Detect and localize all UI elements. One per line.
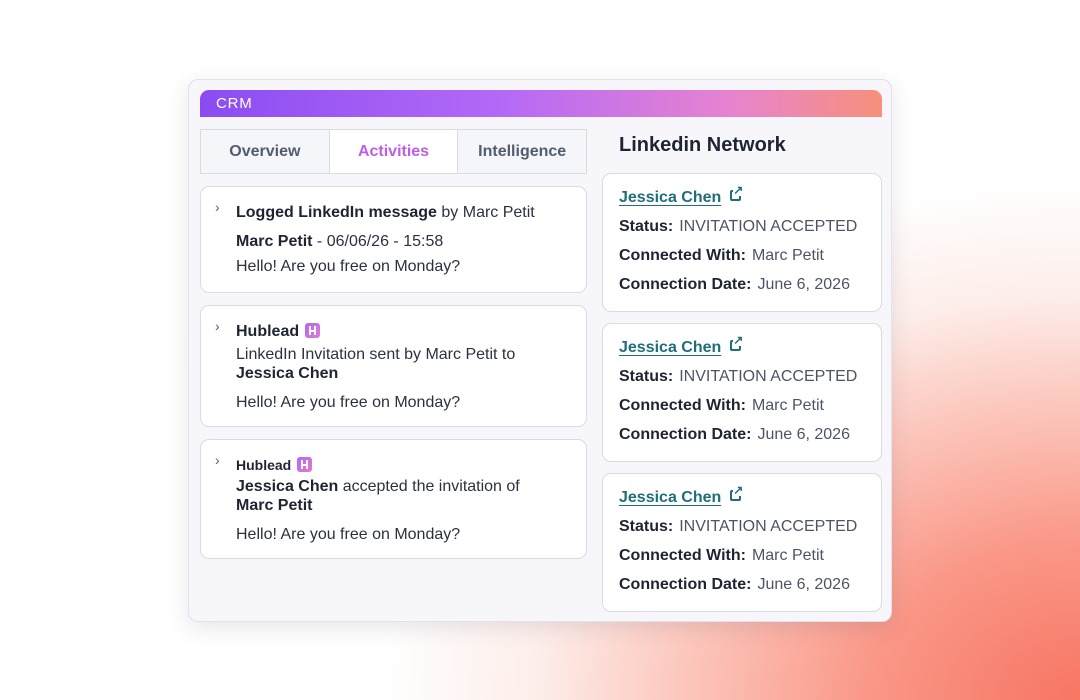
status-value: INVITATION ACCEPTED [679, 218, 858, 235]
connection-date-label: Connection Date: [619, 276, 752, 293]
activity-target: Marc Petit [236, 497, 313, 514]
activity-heading: Hublead [236, 323, 300, 340]
connection-card: Jessica Chen Status:INVITATION ACCEPTED … [602, 323, 882, 462]
activity-heading: Logged LinkedIn message [236, 204, 437, 221]
activity-card-invitation-accepted[interactable]: › Hublead Jessica Chen accepted the invi… [200, 439, 587, 559]
connection-date-value: June 6, 2026 [757, 276, 850, 293]
connected-with-value: Marc Petit [751, 547, 824, 564]
connected-with-label: Connected With: [619, 247, 746, 264]
connection-name-row: Jessica Chen [619, 184, 744, 207]
tab-bar: Overview Activities Intelligence [200, 129, 587, 174]
tab-overview[interactable]: Overview [201, 130, 330, 173]
connection-date-value: June 6, 2026 [757, 426, 850, 443]
activity-card-invitation-sent[interactable]: › Hublead LinkedIn Invitation sent by Ma… [200, 305, 587, 427]
chevron-right-icon[interactable]: › [215, 318, 220, 334]
activity-text-line: Jessica Chen accepted the invitation of [236, 477, 520, 496]
connection-name-link[interactable]: Jessica Chen [619, 339, 721, 356]
status-label: Status: [619, 368, 674, 385]
external-link-icon[interactable] [730, 184, 744, 201]
tab-activities[interactable]: Activities [329, 130, 459, 173]
connection-date-row: Connection Date: June 6, 2026 [619, 276, 850, 294]
status-label: Status: [619, 218, 674, 235]
activity-text: accepted the invitation of [342, 478, 520, 495]
activity-card-logged-message[interactable]: › Logged LinkedIn message by Marc Petit … [200, 186, 587, 293]
status-value: INVITATION ACCEPTED [679, 368, 858, 385]
activity-heading-line: Logged LinkedIn message by Marc Petit [236, 203, 535, 222]
activity-message: Hello! Are you free on Monday? [236, 258, 461, 275]
connected-with-row: Connected With: Marc Petit [619, 547, 824, 565]
connection-date-row: Connection Date: June 6, 2026 [619, 426, 850, 444]
connection-date-label: Connection Date: [619, 426, 752, 443]
connected-with-value: Marc Petit [751, 397, 824, 414]
hublead-logo-icon [297, 457, 313, 472]
status-label: Status: [619, 518, 674, 535]
activity-heading-line: Hublead [236, 456, 313, 475]
chevron-right-icon[interactable]: › [215, 199, 220, 215]
activity-heading-suffix: by Marc Petit [441, 204, 535, 221]
connected-with-value: Marc Petit [751, 247, 824, 264]
connected-with-row: Connected With: Marc Petit [619, 397, 824, 415]
activity-heading: Hublead [236, 457, 292, 473]
crm-title: CRM [216, 95, 253, 112]
activity-timestamp: - 06/06/26 - 15:58 [316, 233, 444, 250]
activity-message: Hello! Are you free on Monday? [236, 526, 461, 543]
hublead-logo-icon [305, 323, 321, 338]
connection-card: Jessica Chen Status:INVITATION ACCEPTED … [602, 173, 882, 312]
connection-status-row: Status: INVITATION ACCEPTED [619, 218, 857, 236]
connection-date-label: Connection Date: [619, 576, 752, 593]
activity-message: Hello! Are you free on Monday? [236, 394, 461, 411]
connection-date-row: Connection Date: June 6, 2026 [619, 576, 850, 594]
external-link-icon[interactable] [730, 334, 744, 351]
status-value: INVITATION ACCEPTED [679, 518, 858, 535]
crm-window: CRM Overview Activities Intelligence › L… [188, 79, 892, 622]
connected-with-row: Connected With: Marc Petit [619, 247, 824, 265]
external-link-icon[interactable] [730, 484, 744, 501]
connection-date-value: June 6, 2026 [757, 576, 850, 593]
connection-status-row: Status: INVITATION ACCEPTED [619, 518, 857, 536]
connection-name-row: Jessica Chen [619, 334, 744, 357]
activity-target: Jessica Chen [236, 365, 339, 382]
activity-actor: Jessica Chen [236, 478, 339, 495]
activity-heading-line: Hublead [236, 322, 321, 341]
connected-with-label: Connected With: [619, 397, 746, 414]
connected-with-label: Connected With: [619, 547, 746, 564]
connection-status-row: Status: INVITATION ACCEPTED [619, 368, 857, 386]
crm-header-bar: CRM [200, 90, 882, 117]
linkedin-network-title: Linkedin Network [619, 134, 786, 156]
connection-card: Jessica Chen Status:INVITATION ACCEPTED … [602, 473, 882, 612]
connection-name-row: Jessica Chen [619, 484, 744, 507]
tab-intelligence[interactable]: Intelligence [458, 130, 586, 173]
connection-name-link[interactable]: Jessica Chen [619, 489, 721, 506]
connection-name-link[interactable]: Jessica Chen [619, 189, 721, 206]
chevron-right-icon[interactable]: › [215, 452, 220, 468]
activity-meta-line: Marc Petit - 06/06/26 - 15:58 [236, 232, 443, 251]
activity-author: Marc Petit [236, 233, 313, 250]
activity-text: LinkedIn Invitation sent by Marc Petit t… [236, 346, 516, 363]
